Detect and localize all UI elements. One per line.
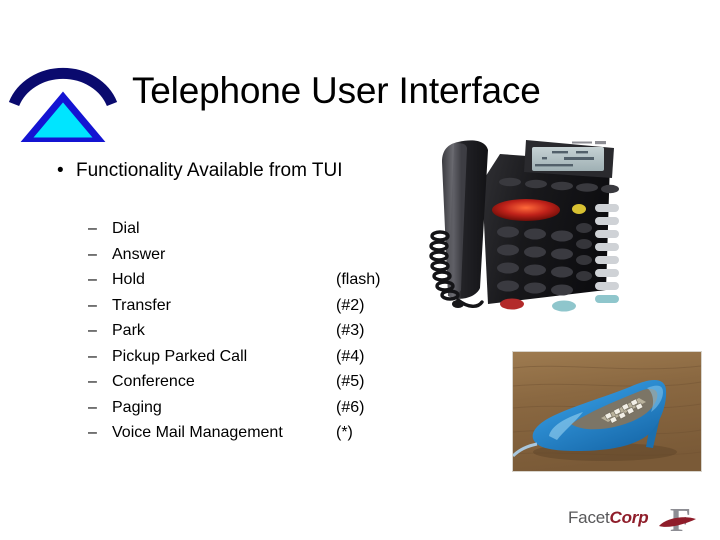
facetcorp-f-mark-icon: F	[658, 500, 702, 539]
list-item: – Hold (flash)	[88, 267, 418, 293]
feature-code: (#2)	[336, 296, 365, 314]
phone-message-lamp	[492, 199, 560, 221]
dash-glyph-icon: –	[88, 271, 97, 288]
list-item: – Pickup Parked Call (#4)	[88, 344, 418, 370]
deskphone-illustration	[429, 140, 619, 312]
list-item: – Paging (#6)	[88, 395, 418, 421]
dash-glyph-icon: –	[88, 245, 97, 263]
feature-code: (flash)	[336, 271, 381, 288]
deskphone-photo	[424, 118, 620, 316]
logo-svg	[8, 67, 118, 145]
bullet-list-level2: – Dial – Answer – Hold (flash) – Transfe…	[88, 216, 418, 446]
feature-code: (#5)	[336, 373, 365, 390]
list-item: – Conference (#5)	[88, 369, 418, 395]
shoephone-photo	[512, 351, 702, 472]
feature-code: (#3)	[336, 322, 365, 339]
phone-brandmark	[572, 141, 606, 145]
dash-glyph-icon: –	[88, 424, 97, 441]
f-mark-svg: F	[659, 502, 697, 539]
page-title: Telephone User Interface	[132, 70, 541, 111]
slide-canvas: Telephone User Interface • Functionality…	[0, 0, 720, 540]
phone-speaker-button	[552, 300, 576, 312]
footer-wordmark: FacetCorp	[568, 508, 649, 528]
feature-label: Dial	[112, 220, 140, 237]
list-item: • Functionality Available from TUI	[52, 158, 402, 183]
dash-glyph-icon: –	[88, 296, 97, 314]
dash-glyph-icon: –	[88, 220, 97, 237]
dash-glyph-icon: –	[88, 322, 97, 339]
list-item: – Answer	[88, 242, 418, 268]
dash-glyph-icon: –	[88, 347, 97, 365]
feature-label: Answer	[112, 245, 166, 263]
list-item: – Park (#3)	[88, 318, 418, 344]
bullet-level1-text: Functionality Available from TUI	[76, 160, 343, 181]
list-item: – Dial	[88, 216, 418, 242]
phone-amber-button	[572, 204, 586, 214]
feature-label: Paging	[112, 398, 162, 416]
bullet-glyph-icon: •	[57, 160, 64, 181]
logo-triangle-icon	[18, 91, 108, 145]
shoephone-illustration	[513, 352, 701, 471]
brand-part-facet: Facet	[568, 508, 610, 527]
list-item: – Voice Mail Management (*)	[88, 420, 418, 446]
feature-code: (*)	[336, 424, 353, 441]
phone-cord-connector	[452, 300, 464, 308]
feature-label: Pickup Parked Call	[112, 347, 248, 365]
feature-label: Transfer	[112, 296, 171, 314]
facetcorp-arc-triangle-logo	[8, 42, 126, 145]
feature-code: (#4)	[336, 347, 365, 365]
brand-part-corp: Corp	[609, 508, 649, 527]
feature-label: Conference	[112, 373, 195, 390]
list-item: – Transfer (#2)	[88, 293, 418, 319]
bullet-list-level1: • Functionality Available from TUI	[52, 158, 402, 183]
dash-glyph-icon: –	[88, 398, 97, 416]
feature-label: Voice Mail Management	[112, 424, 283, 441]
feature-code: (#6)	[336, 398, 365, 416]
dash-glyph-icon: –	[88, 373, 97, 390]
footer-brand-logo: FacetCorp F	[568, 500, 702, 539]
phone-release-button	[500, 298, 524, 310]
feature-label: Hold	[112, 271, 145, 288]
feature-label: Park	[112, 322, 145, 339]
